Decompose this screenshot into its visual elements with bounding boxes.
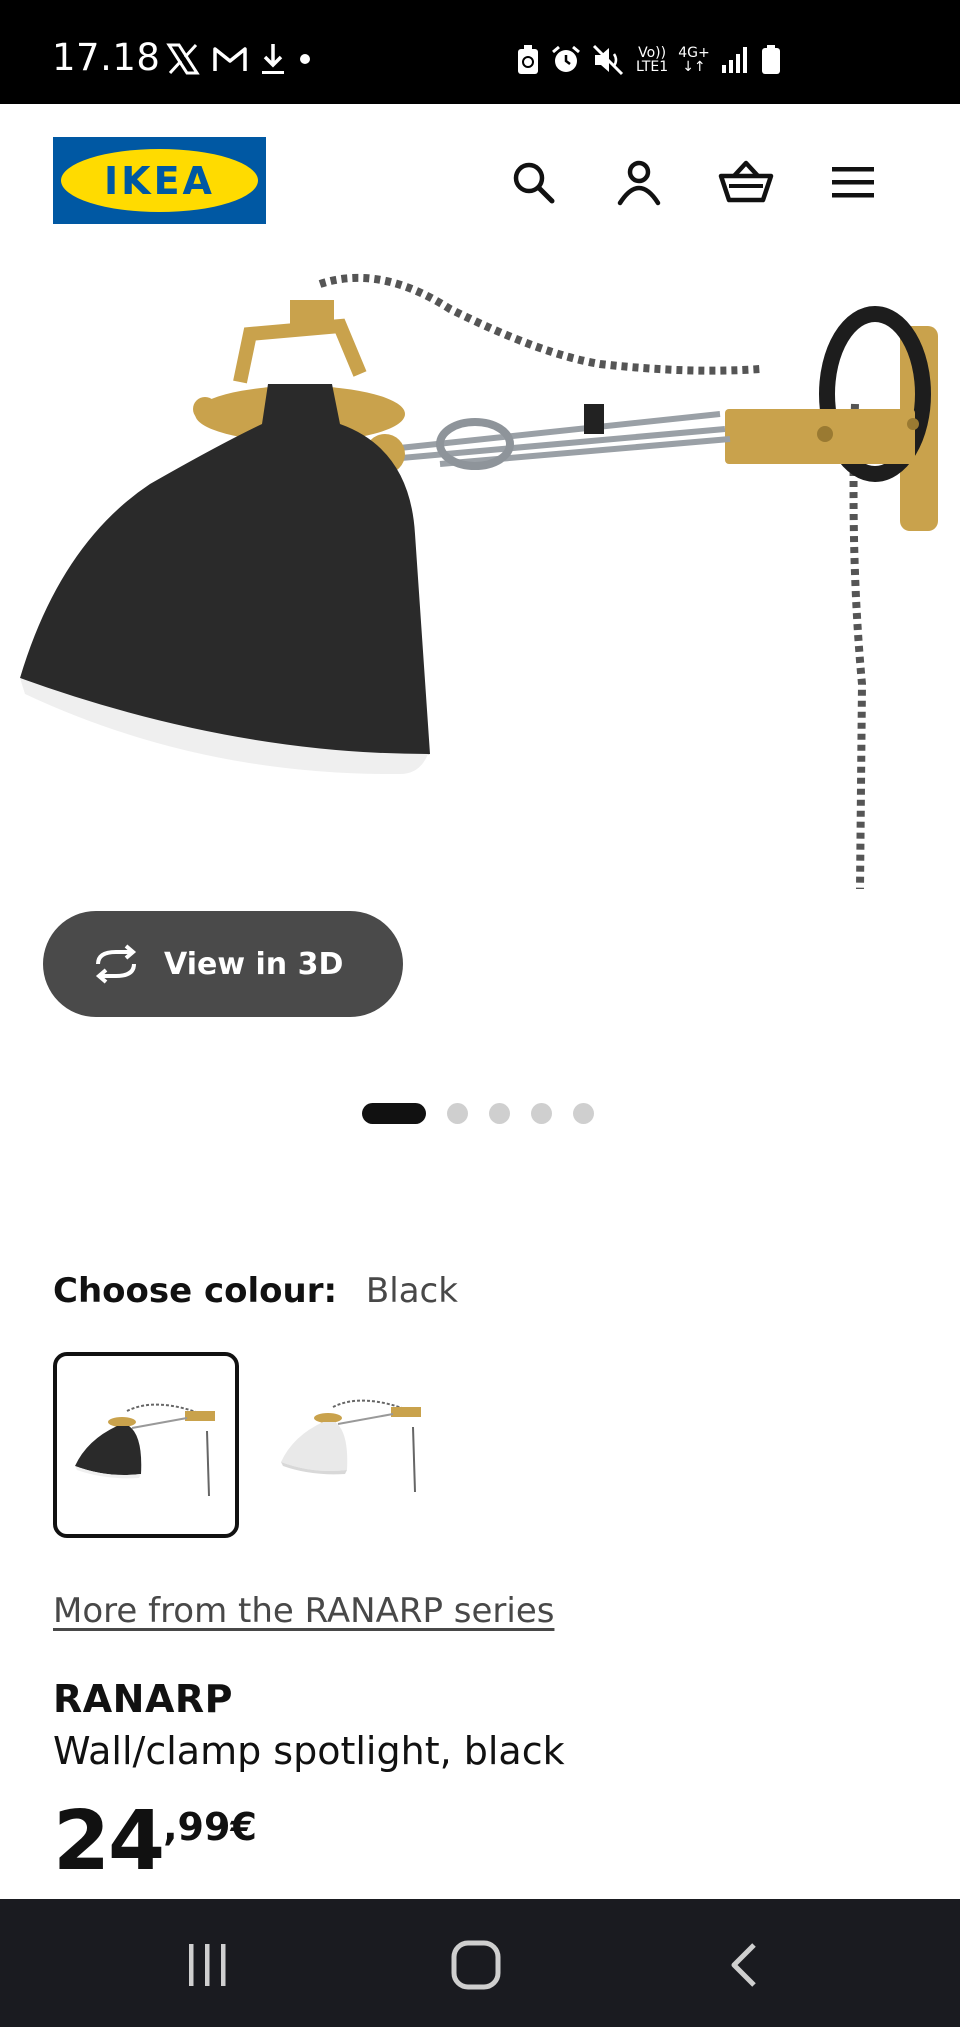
product-description: Wall/clamp spotlight, black: [53, 1729, 565, 1773]
search-icon: [513, 162, 555, 204]
download-icon: [262, 44, 284, 74]
ikea-logo[interactable]: IKEA: [53, 137, 266, 224]
gallery-pagination: [362, 1102, 594, 1124]
search-button[interactable]: [503, 152, 563, 212]
price-integer: 24: [53, 1794, 165, 1889]
pagination-dot[interactable]: [573, 1102, 594, 1124]
status-notification-icons: [166, 42, 312, 76]
basket-button[interactable]: [716, 152, 776, 212]
home-icon: [451, 1940, 501, 1990]
data-arrows-icon: ↓↑: [682, 59, 706, 75]
status-bar: 17.18 Vo)) LTE1 4G+ ↓↑: [0, 0, 960, 104]
pagination-dot-active[interactable]: [362, 1102, 426, 1124]
view-in-3d-label: View in 3D: [164, 946, 344, 982]
lamp-product-image: [20, 273, 938, 890]
menu-button[interactable]: [823, 152, 883, 212]
alarm-icon: [552, 45, 580, 72]
network-indicator: Vo)) LTE1: [636, 46, 668, 74]
back-button[interactable]: [709, 1930, 779, 2000]
pagination-dot[interactable]: [447, 1102, 468, 1124]
account-icon: [617, 160, 661, 206]
network-label-bottom: LTE1: [636, 59, 669, 75]
colour-swatch-black[interactable]: [53, 1352, 239, 1538]
more-notifications-dot-icon: [300, 54, 310, 64]
view-in-3d-button[interactable]: View in 3D: [43, 911, 403, 1017]
recent-apps-icon: [189, 1944, 226, 1986]
back-icon: [731, 1943, 756, 1987]
menu-icon: [832, 167, 874, 198]
product-name: RANARP: [53, 1677, 233, 1721]
pagination-dot[interactable]: [489, 1102, 510, 1124]
logo-text: IKEA: [104, 158, 215, 203]
battery-icon: [761, 45, 780, 74]
network-label-top: Vo)): [638, 45, 667, 61]
basket-icon: [718, 160, 774, 203]
account-button[interactable]: [609, 152, 669, 212]
status-time: 17.18: [52, 36, 161, 79]
mute-icon: [592, 44, 624, 76]
signal-icon: [721, 47, 747, 73]
recent-apps-button[interactable]: [172, 1930, 242, 2000]
product-price: 24 ,99€: [53, 1797, 257, 1887]
data-indicator: 4G+ ↓↑: [678, 46, 710, 74]
home-button[interactable]: [441, 1930, 511, 2000]
white-lamp-thumbnail: [281, 1399, 421, 1493]
colour-chooser-label-row: Choose colour: Black: [53, 1271, 458, 1311]
selected-colour-value: Black: [365, 1271, 458, 1311]
battery-saver-icon: [518, 45, 538, 74]
status-system-icons: Vo)) LTE1 4G+ ↓↑: [516, 44, 782, 76]
colour-swatch-white[interactable]: [263, 1352, 449, 1538]
price-decimal: ,99€: [163, 1805, 257, 1849]
logo-oval: IKEA: [61, 149, 258, 212]
black-lamp-thumbnail: [75, 1403, 215, 1497]
rotate-3d-icon: [95, 944, 137, 984]
data-type-label: 4G+: [678, 45, 710, 61]
x-app-icon: [166, 43, 200, 75]
more-from-series-link[interactable]: More from the RANARP series: [53, 1591, 554, 1631]
pagination-dot[interactable]: [531, 1102, 552, 1124]
choose-colour-label: Choose colour:: [53, 1271, 338, 1311]
gmail-icon: [213, 47, 247, 71]
